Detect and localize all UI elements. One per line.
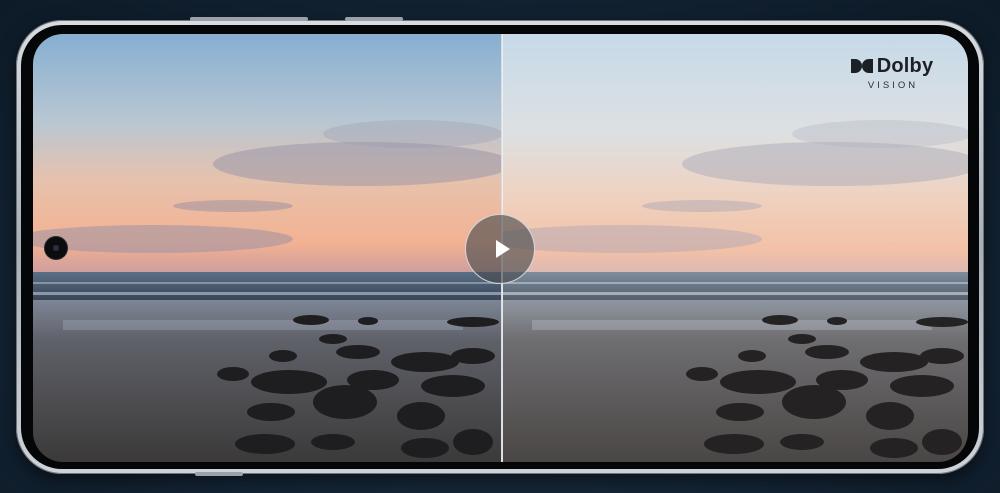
comparison-left-image — [33, 34, 501, 462]
beach-sunset-scene-right — [502, 34, 968, 462]
play-button[interactable] — [465, 214, 535, 284]
volume-button — [190, 17, 308, 21]
dolby-vision-badge: Dolby VISION — [848, 55, 936, 95]
beach-sunset-scene-left — [33, 34, 501, 462]
dolby-vision-label: VISION — [867, 80, 919, 91]
comparison-right-image — [502, 34, 968, 462]
power-button — [345, 17, 403, 21]
dolby-wordmark: Dolby — [876, 55, 934, 77]
dolby-double-d-icon — [850, 59, 873, 73]
bottom-button — [195, 472, 243, 476]
comparison-screen — [33, 34, 968, 462]
front-camera — [45, 237, 67, 259]
play-icon — [495, 240, 510, 258]
